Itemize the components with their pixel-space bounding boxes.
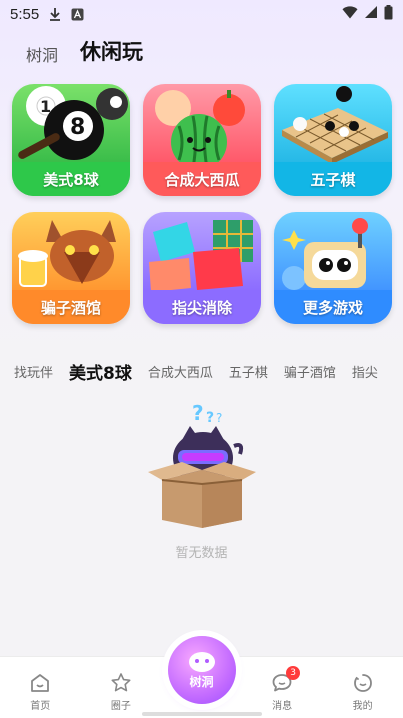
game-card-more-games[interactable]: 更多游戏 bbox=[274, 212, 392, 324]
tab-liars-tavern[interactable]: 骗子酒馆 bbox=[284, 362, 336, 381]
tab-gomoku[interactable]: 五子棋 bbox=[229, 362, 268, 381]
game-label: 骗子酒馆 bbox=[12, 290, 130, 324]
nav-label: 消息 bbox=[272, 701, 293, 712]
blob-face-icon bbox=[188, 652, 215, 672]
game-label: 指尖消除 bbox=[143, 290, 261, 324]
game-card-fingertip-eliminate[interactable]: 指尖消除 bbox=[143, 212, 261, 324]
nav-center-label: 树洞 bbox=[189, 675, 214, 689]
message-count-badge: 3 bbox=[286, 666, 301, 680]
app-notification-icon bbox=[71, 8, 84, 21]
nav-label: 我的 bbox=[352, 701, 373, 712]
svg-text:?: ? bbox=[192, 401, 204, 425]
game-label: 美式8球 bbox=[12, 162, 130, 196]
nav-profile[interactable]: 我的 bbox=[333, 672, 393, 712]
tab-shudong[interactable]: 树洞 bbox=[26, 42, 58, 66]
category-tabs: 找玩伴 美式8球 合成大西瓜 五子棋 骗子酒馆 指尖 bbox=[14, 358, 403, 384]
game-card-8-ball[interactable]: 1 8 美式8球 bbox=[12, 84, 130, 196]
nav-label: 圈子 bbox=[110, 701, 131, 712]
tab-watermelon[interactable]: 合成大西瓜 bbox=[148, 362, 213, 381]
tab-fingertip[interactable]: 指尖 bbox=[352, 362, 378, 381]
game-label: 合成大西瓜 bbox=[143, 162, 261, 196]
status-time: 5:55 bbox=[10, 5, 40, 23]
status-bar: 5:55 bbox=[0, 0, 403, 28]
svg-text:?: ? bbox=[206, 410, 214, 426]
cat-in-box-illustration-icon: ? ? ? bbox=[147, 401, 256, 528]
wifi-icon bbox=[342, 5, 358, 23]
home-icon bbox=[31, 674, 50, 692]
game-card-watermelon[interactable]: 合成大西瓜 bbox=[143, 84, 261, 196]
nav-shudong-center-button[interactable]: 树洞 bbox=[167, 636, 236, 704]
header-tabs: 树洞 休闲玩 bbox=[26, 36, 144, 68]
empty-state-text: 暂无数据 bbox=[175, 546, 228, 561]
game-card-liars-tavern[interactable]: 骗子酒馆 bbox=[12, 212, 130, 324]
game-label: 更多游戏 bbox=[274, 290, 392, 324]
profile-face-icon bbox=[353, 674, 372, 692]
svg-text:8: 8 bbox=[70, 115, 85, 140]
tab-8-ball[interactable]: 美式8球 bbox=[69, 359, 132, 384]
nav-circle[interactable]: 圈子 bbox=[91, 672, 151, 712]
tab-find-partner[interactable]: 找玩伴 bbox=[14, 362, 53, 381]
game-label: 五子棋 bbox=[274, 162, 392, 196]
home-indicator bbox=[141, 712, 262, 716]
star-icon bbox=[111, 673, 131, 692]
empty-state: ? ? ? 暂无数据 bbox=[0, 400, 403, 561]
download-icon bbox=[49, 7, 61, 21]
nav-label: 首页 bbox=[30, 701, 51, 712]
tab-leisure-play[interactable]: 休闲玩 bbox=[80, 36, 144, 68]
battery-icon bbox=[384, 4, 393, 24]
signal-icon bbox=[364, 5, 378, 23]
game-card-gomoku[interactable]: 五子棋 bbox=[274, 84, 392, 196]
games-grid: 1 8 美式8球 合成大西瓜 五子棋 骗子酒馆 指尖消除 更多游戏 bbox=[12, 84, 392, 324]
nav-home[interactable]: 首页 bbox=[10, 672, 70, 712]
svg-text:?: ? bbox=[216, 411, 222, 425]
nav-messages[interactable]: 3 消息 bbox=[252, 666, 312, 712]
